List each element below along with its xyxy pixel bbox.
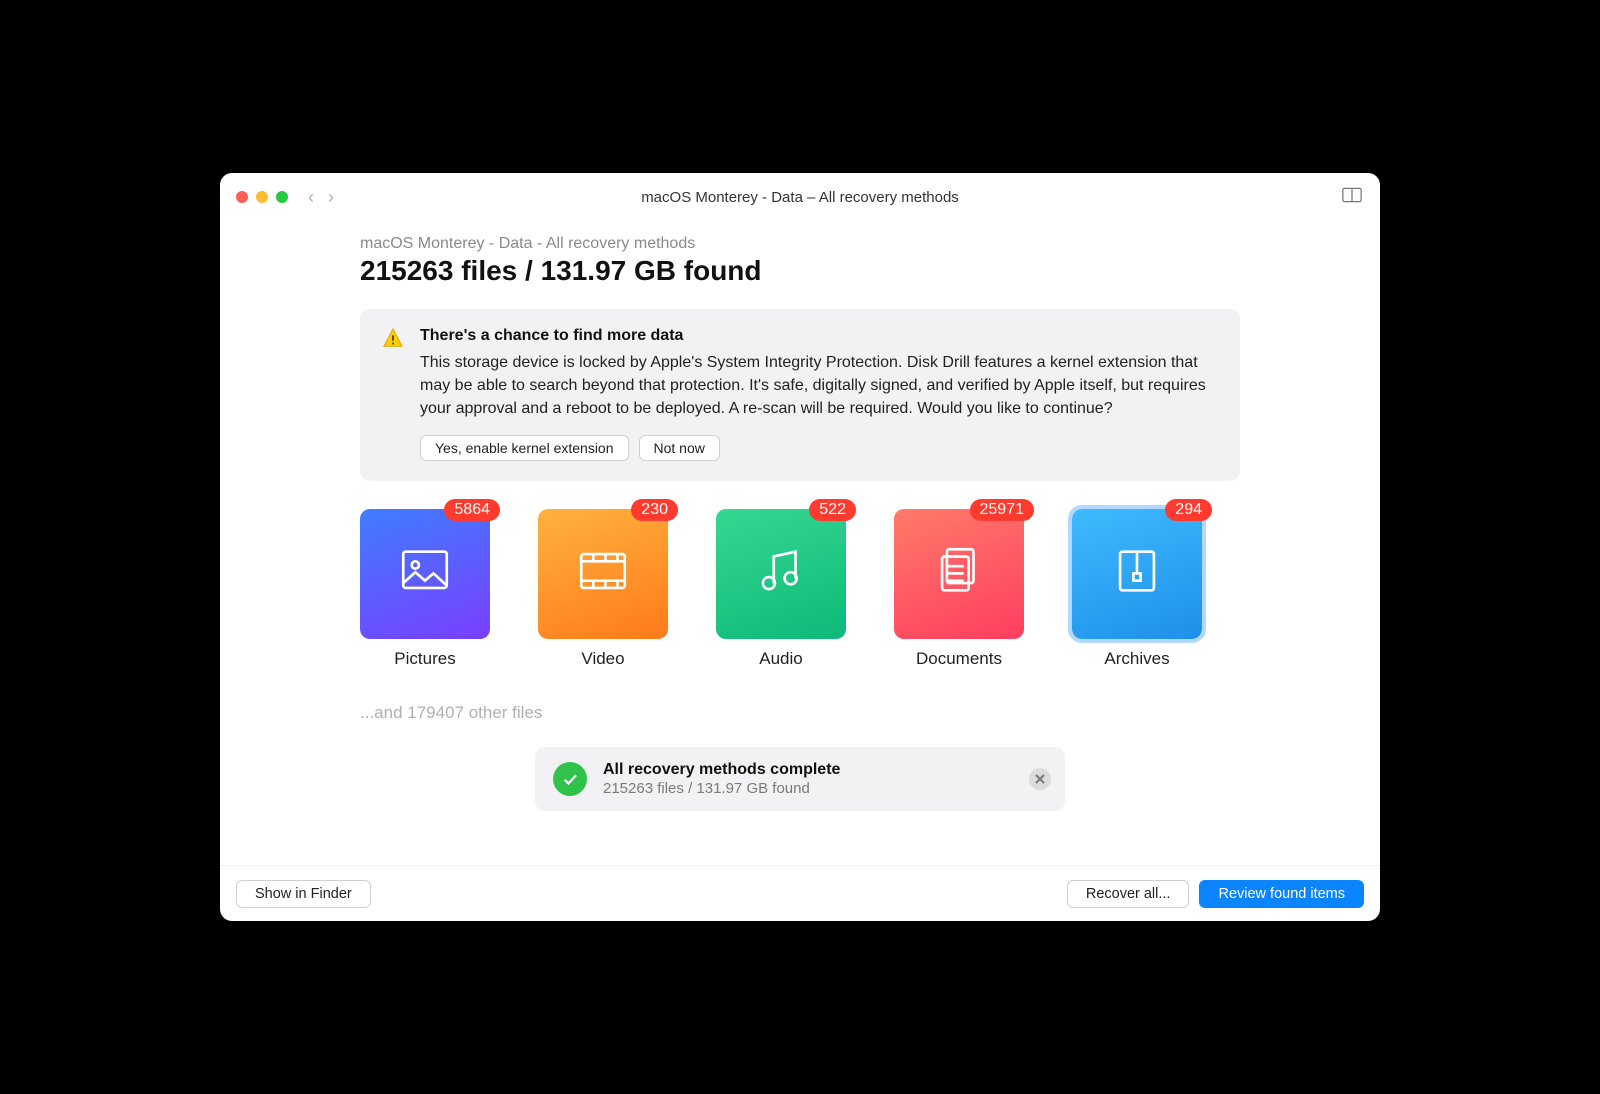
review-found-items-button[interactable]: Review found items — [1199, 880, 1364, 908]
category-label: Pictures — [360, 649, 490, 669]
enable-kernel-ext-button[interactable]: Yes, enable kernel extension — [420, 435, 629, 461]
category-label: Documents — [894, 649, 1024, 669]
recover-all-button[interactable]: Recover all... — [1067, 880, 1190, 908]
archive-icon — [1108, 542, 1166, 605]
status-banner: All recovery methods complete 215263 fil… — [535, 747, 1065, 811]
checkmark-icon — [553, 762, 587, 796]
window-title: macOS Monterey - Data – All recovery met… — [641, 189, 959, 206]
minimize-window-button[interactable] — [256, 191, 268, 203]
category-documents[interactable]: 25971 Documents — [894, 509, 1024, 669]
notice-title: There's a chance to find more data — [420, 327, 1218, 345]
badge-count: 294 — [1165, 499, 1212, 521]
category-video[interactable]: 230 Video — [538, 509, 668, 669]
not-now-button[interactable]: Not now — [639, 435, 720, 461]
nav-arrows: ‹ › — [308, 188, 334, 206]
status-title: All recovery methods complete — [603, 761, 840, 779]
toolbar-icons — [360, 188, 386, 206]
document-icon — [930, 542, 988, 605]
video-icon — [574, 542, 632, 605]
status-subtitle: 215263 files / 131.97 GB found — [603, 780, 840, 797]
category-label: Archives — [1072, 649, 1202, 669]
traffic-lights — [236, 191, 288, 203]
app-window: ‹ › macOS Monterey - Data – All recovery… — [220, 173, 1380, 921]
audio-icon — [752, 542, 810, 605]
warning-icon — [382, 327, 404, 461]
zoom-window-button[interactable] — [276, 191, 288, 203]
titlebar: ‹ › macOS Monterey - Data – All recovery… — [220, 173, 1380, 221]
category-archives[interactable]: 294 Archives — [1072, 509, 1202, 669]
badge-count: 230 — [631, 499, 678, 521]
badge-count: 25971 — [970, 499, 1035, 521]
sip-notice: There's a chance to find more data This … — [360, 309, 1240, 481]
dismiss-status-button[interactable] — [1029, 768, 1051, 790]
footer-bar: Show in Finder Recover all... Review fou… — [220, 865, 1380, 921]
breadcrumb: macOS Monterey - Data - All recovery met… — [360, 235, 1240, 253]
picture-icon — [396, 542, 454, 605]
other-files-text: ...and 179407 other files — [360, 703, 1240, 723]
nav-forward-button[interactable]: › — [328, 188, 334, 206]
nav-back-button[interactable]: ‹ — [308, 188, 314, 206]
badge-count: 5864 — [444, 499, 500, 521]
results-headline: 215263 files / 131.97 GB found — [360, 255, 1240, 287]
content-area: macOS Monterey - Data - All recovery met… — [220, 221, 1380, 865]
category-grid: 5864 Pictures 230 Video 522 — [360, 509, 1240, 669]
category-audio[interactable]: 522 Audio — [716, 509, 846, 669]
close-window-button[interactable] — [236, 191, 248, 203]
category-pictures[interactable]: 5864 Pictures — [360, 509, 490, 669]
notice-text: This storage device is locked by Apple's… — [420, 351, 1218, 421]
sidebar-toggle-icon[interactable] — [1342, 187, 1362, 208]
show-in-finder-button[interactable]: Show in Finder — [236, 880, 371, 908]
category-label: Audio — [716, 649, 846, 669]
badge-count: 522 — [809, 499, 856, 521]
category-label: Video — [538, 649, 668, 669]
